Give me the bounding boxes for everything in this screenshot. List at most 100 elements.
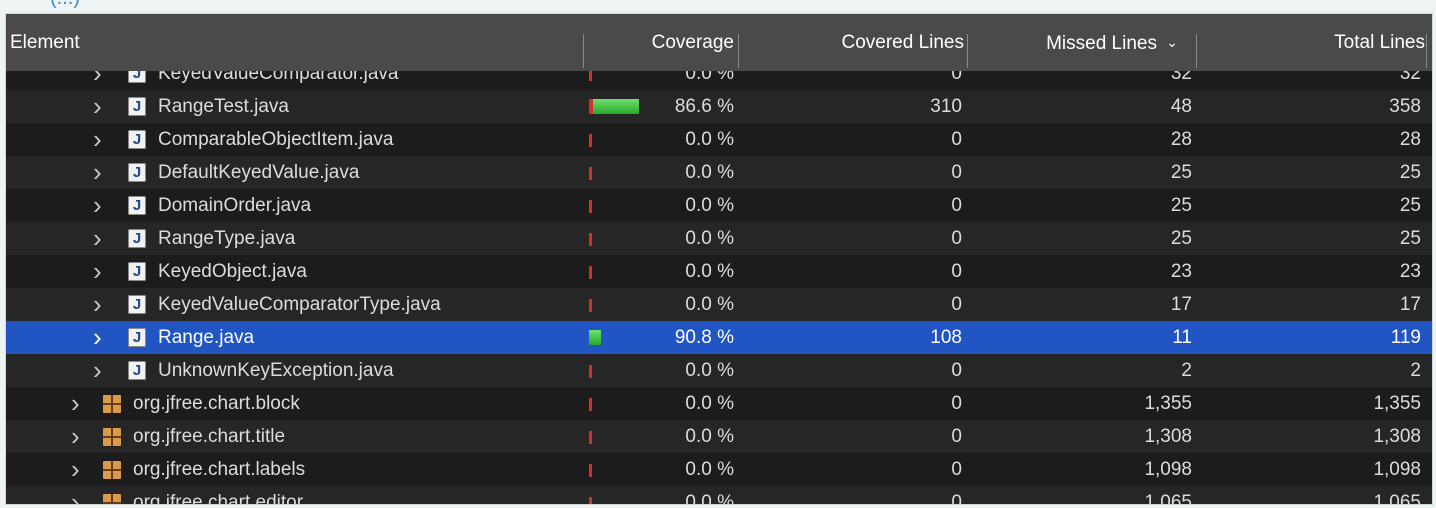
total-lines-value: 2 xyxy=(1410,360,1421,381)
file-row[interactable]: › J KeyedValueComparator.java 0.0 % 0 32 32 xyxy=(6,71,1432,90)
chevron-right-icon[interactable]: › xyxy=(93,288,102,321)
coverage-value: 90.8 % xyxy=(674,327,734,348)
file-name: KeyedValueComparatorType.java xyxy=(158,294,441,315)
package-row[interactable]: › org.jfree.chart.editor 0.0 % 0 1,065 1,065 xyxy=(6,486,1432,504)
chevron-right-icon[interactable]: › xyxy=(93,354,102,387)
java-file-icon: J xyxy=(128,262,146,281)
file-row[interactable]: › J KeyedValueComparatorType.java 0.0 % 0 17 1… xyxy=(6,288,1432,321)
file-row[interactable]: › J UnknownKeyException.java 0.0 % 0 2 2 xyxy=(6,354,1432,387)
covered-lines-value: 0 xyxy=(951,129,962,150)
file-row[interactable]: › J KeyedObject.java 0.0 % 0 23 23 xyxy=(6,255,1432,288)
file-row[interactable]: › J DomainOrder.java 0.0 % 0 25 25 xyxy=(6,189,1432,222)
chevron-right-icon[interactable]: › xyxy=(71,387,80,420)
total-lines-value: 1,098 xyxy=(1373,459,1421,480)
java-file-icon: J xyxy=(128,97,146,116)
java-file-icon: J xyxy=(128,328,146,347)
column-header-element-label: Element xyxy=(10,32,80,53)
file-row[interactable]: › J RangeType.java 0.0 % 0 25 25 xyxy=(6,222,1432,255)
chevron-right-icon[interactable]: › xyxy=(93,90,102,123)
coverage-value: 0.0 % xyxy=(685,393,734,414)
package-row[interactable]: › org.jfree.chart.title 0.0 % 0 1,308 1,308 xyxy=(6,420,1432,453)
package-icon xyxy=(103,428,121,446)
chevron-down-icon: ⌄ xyxy=(1166,34,1178,50)
column-header-covered-lines[interactable]: Covered Lines xyxy=(739,14,964,71)
missed-lines-value: 1,065 xyxy=(1144,492,1192,504)
covered-lines-value: 0 xyxy=(951,492,962,504)
top-cropped-label: (...) xyxy=(50,0,80,8)
total-lines-value: 25 xyxy=(1399,162,1421,183)
chevron-right-icon[interactable]: › xyxy=(71,453,80,486)
chevron-right-icon[interactable]: › xyxy=(93,255,102,288)
table-rows: › J KeyedValueComparator.java 0.0 % 0 32 32 › J R… xyxy=(6,71,1432,504)
column-header-total-lines-label: Total Lines xyxy=(1334,32,1425,53)
file-name: Range.java xyxy=(158,327,255,348)
total-lines-value: 17 xyxy=(1399,294,1421,315)
coverage-value: 0.0 % xyxy=(685,71,734,84)
chevron-right-icon[interactable]: › xyxy=(71,420,80,453)
missed-lines-value: 23 xyxy=(1170,261,1192,282)
missed-lines-value: 48 xyxy=(1170,96,1192,117)
column-header-coverage-label: Coverage xyxy=(651,32,734,53)
missed-lines-value: 1,308 xyxy=(1144,426,1192,447)
column-header-coverage[interactable]: Coverage xyxy=(584,14,734,71)
coverage-value: 0.0 % xyxy=(685,129,734,150)
column-header-total-lines[interactable]: Total Lines xyxy=(1197,14,1425,71)
chevron-right-icon[interactable]: › xyxy=(71,486,80,504)
coverage-value: 86.6 % xyxy=(674,96,734,117)
missed-lines-value: 17 xyxy=(1170,294,1192,315)
covered-lines-value: 0 xyxy=(951,459,962,480)
total-lines-value: 1,065 xyxy=(1373,492,1421,504)
top-cropped-text: (...) xyxy=(0,0,1436,10)
total-lines-value: 25 xyxy=(1399,228,1421,249)
coverage-value: 0.0 % xyxy=(685,492,734,504)
total-lines-value: 119 xyxy=(1390,327,1421,348)
column-header-element[interactable]: Element xyxy=(6,14,580,71)
covered-lines-value: 0 xyxy=(951,261,962,282)
table-body[interactable]: › J KeyedValueComparator.java 0.0 % 0 32 32 › J R… xyxy=(6,71,1432,504)
file-row[interactable]: › J DefaultKeyedValue.java 0.0 % 0 25 25 xyxy=(6,156,1432,189)
chevron-right-icon[interactable]: › xyxy=(93,189,102,222)
coverage-value: 0.0 % xyxy=(685,195,734,216)
package-row[interactable]: › org.jfree.chart.labels 0.0 % 0 1,098 1,098 xyxy=(6,453,1432,486)
package-name: org.jfree.chart.title xyxy=(133,426,286,447)
file-name: UnknownKeyException.java xyxy=(158,360,394,381)
total-lines-value: 23 xyxy=(1399,261,1421,282)
covered-lines-value: 0 xyxy=(951,360,962,381)
coverage-value: 0.0 % xyxy=(685,360,734,381)
chevron-right-icon[interactable]: › xyxy=(93,123,102,156)
java-file-icon: J xyxy=(128,130,146,149)
table-header: Element Coverage Covered Lines Missed Li… xyxy=(6,14,1432,71)
coverage-value: 0.0 % xyxy=(685,294,734,315)
chevron-right-icon[interactable]: › xyxy=(93,71,102,90)
java-file-icon: J xyxy=(128,71,146,83)
chevron-right-icon[interactable]: › xyxy=(93,321,102,354)
coverage-value: 0.0 % xyxy=(685,162,734,183)
total-lines-value: 358 xyxy=(1389,96,1421,117)
file-row[interactable]: › J Range.java 90.8 % 108 11 119 xyxy=(6,321,1432,354)
column-header-missed-lines-label: Missed Lines xyxy=(1046,33,1157,54)
covered-lines-value: 0 xyxy=(951,426,962,447)
file-name: RangeType.java xyxy=(158,228,296,249)
package-row[interactable]: › org.jfree.chart.block 0.0 % 0 1,355 1,355 xyxy=(6,387,1432,420)
covered-lines-value: 108 xyxy=(930,327,962,348)
missed-lines-value: 32 xyxy=(1170,71,1192,84)
java-file-icon: J xyxy=(128,229,146,248)
file-row[interactable]: › J ComparableObjectItem.java 0.0 % 0 28 28 xyxy=(6,123,1432,156)
chevron-right-icon[interactable]: › xyxy=(93,156,102,189)
package-icon xyxy=(103,395,121,413)
column-divider[interactable] xyxy=(1426,34,1427,68)
file-name: RangeTest.java xyxy=(158,96,289,117)
file-name: ComparableObjectItem.java xyxy=(158,129,394,150)
missed-lines-value: 1,098 xyxy=(1144,459,1192,480)
total-lines-value: 1,355 xyxy=(1373,393,1421,414)
column-header-missed-lines[interactable]: Missed Lines ⌄ xyxy=(968,14,1178,71)
missed-lines-value: 1,355 xyxy=(1144,393,1192,414)
package-icon xyxy=(103,461,121,479)
covered-lines-value: 0 xyxy=(951,71,962,84)
package-name: org.jfree.chart.block xyxy=(133,393,300,414)
package-icon xyxy=(103,494,121,504)
package-name: org.jfree.chart.editor xyxy=(133,492,304,504)
file-name: DomainOrder.java xyxy=(158,195,312,216)
chevron-right-icon[interactable]: › xyxy=(93,222,102,255)
file-row[interactable]: › J RangeTest.java 86.6 % 310 48 358 xyxy=(6,90,1432,123)
